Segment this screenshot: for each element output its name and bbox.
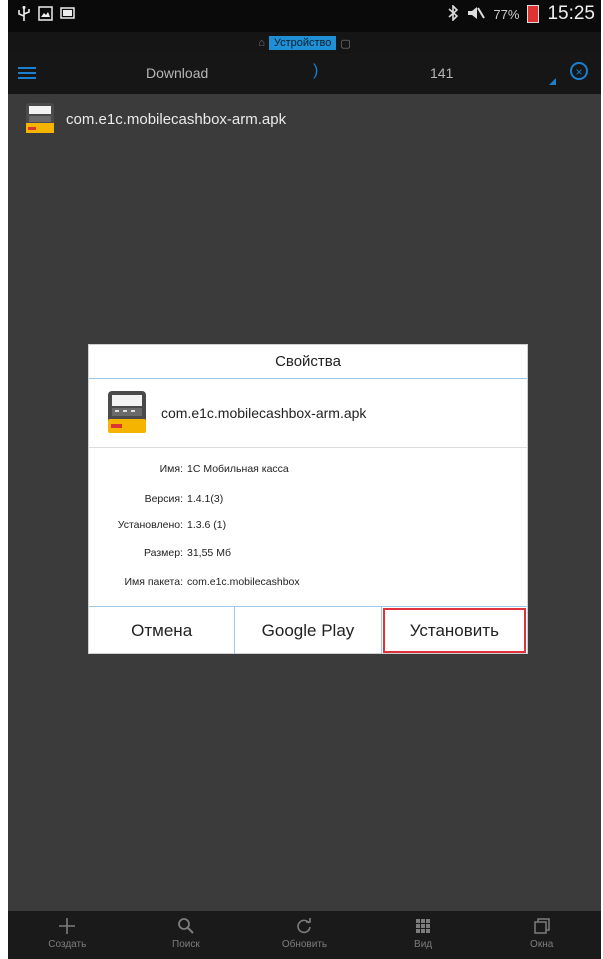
search-button[interactable]: Поиск: [127, 911, 246, 959]
property-row: Версия: 1.4.1(3): [89, 493, 224, 505]
storage-icon: ▢: [340, 37, 351, 50]
bottom-label: Поиск: [172, 939, 200, 950]
search-icon: [176, 916, 196, 936]
toolbar: Download ) 141 ×: [8, 54, 601, 94]
grid-icon: [413, 916, 433, 936]
dialog-buttons: Отмена Google Play Установить: [89, 606, 527, 654]
item-count: 141: [430, 65, 454, 81]
property-row: Имя пакета: com.e1c.mobilecashbox: [89, 576, 300, 588]
location-strip: ⌂ Устройство ▢: [8, 32, 601, 54]
property-key: Размер:: [143, 547, 183, 559]
property-key: Установлено:: [117, 519, 183, 531]
windows-icon: [532, 916, 552, 936]
file-name: com.e1c.mobilecashbox-arm.apk: [66, 110, 287, 128]
property-row: Установлено: 1.3.6 (1): [89, 519, 226, 531]
bottom-label: Создать: [48, 939, 87, 950]
install-button[interactable]: Установить: [382, 607, 527, 654]
path-separator: ): [313, 62, 319, 79]
current-folder[interactable]: Download: [146, 65, 208, 81]
cancel-button[interactable]: Отмена: [89, 607, 236, 654]
property-value: 1.3.6 (1): [187, 519, 227, 531]
view-button[interactable]: Вид: [364, 911, 483, 959]
property-row: Размер: 31,55 Мб: [89, 547, 231, 559]
apk-cashbox-icon: [26, 103, 54, 133]
create-button[interactable]: Создать: [8, 911, 127, 959]
dialog-file-header: com.e1c.mobilecashbox-arm.apk: [103, 389, 366, 437]
property-value: 1.4.1(3): [187, 493, 224, 505]
screenshot-icon: [38, 6, 53, 21]
mute-icon: [467, 5, 486, 24]
menu-icon[interactable]: [18, 64, 36, 82]
dialog-file-name: com.e1c.mobilecashbox-arm.apk: [161, 405, 367, 421]
apk-cashbox-icon: [108, 391, 146, 433]
bottom-label: Обновить: [281, 939, 328, 950]
device-screen: 77% 15:25 ⌂ Устройство ▢ Download ) 141 …: [8, 0, 601, 959]
divider: [89, 447, 527, 448]
usb-icon: [16, 6, 31, 21]
clock: 15:25: [547, 3, 595, 24]
google-play-button[interactable]: Google Play: [235, 607, 382, 654]
location-device-chip[interactable]: Устройство: [268, 36, 337, 50]
battery-percent: 77%: [493, 6, 520, 22]
property-key: Имя:: [159, 463, 183, 475]
status-bar: 77% 15:25: [8, 0, 601, 32]
corner-indicator-icon: [549, 78, 556, 85]
bottom-toolbar: Создать Поиск Обновить Вид Окна: [8, 911, 601, 959]
property-value: com.e1c.mobilecashbox: [187, 576, 300, 588]
list-item[interactable]: com.e1c.mobilecashbox-arm.apk: [22, 101, 286, 137]
bluetooth-icon: [447, 3, 459, 24]
properties-dialog: Свойства com.e1c.mobilecashbox-arm.apk И…: [89, 345, 527, 654]
bottom-label: Вид: [414, 939, 433, 950]
windows-button[interactable]: Окна: [482, 911, 601, 959]
property-value: 31,55 Мб: [187, 547, 231, 559]
dialog-title: Свойства: [89, 345, 527, 379]
property-key: Имя пакета:: [124, 576, 183, 588]
plus-icon: [57, 916, 77, 936]
close-icon[interactable]: ×: [570, 62, 588, 80]
property-key: Версия:: [144, 493, 183, 505]
property-value: 1С Мобильная касса: [187, 463, 289, 475]
property-row: Имя: 1С Мобильная касса: [89, 463, 289, 475]
home-icon: ⌂: [258, 37, 265, 49]
refresh-button[interactable]: Обновить: [245, 911, 364, 959]
battery-icon: [527, 5, 540, 23]
bottom-label: Окна: [530, 939, 554, 950]
device-icon: [60, 6, 75, 21]
refresh-icon: [294, 916, 314, 936]
